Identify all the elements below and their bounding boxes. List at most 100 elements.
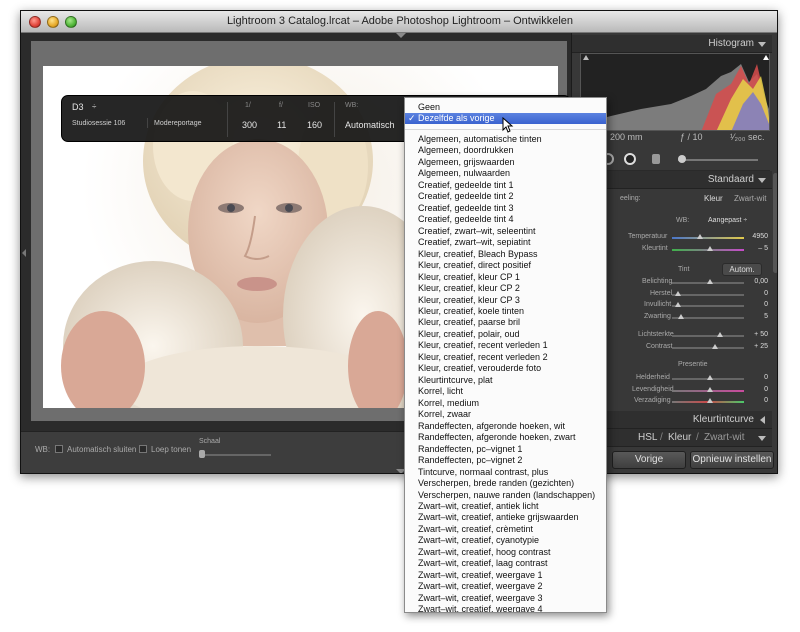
menu-item[interactable]: Kleurtintcurve, plat bbox=[405, 375, 606, 386]
blacks-slider-thumb[interactable] bbox=[678, 314, 684, 319]
right-panel-scrollbar[interactable] bbox=[773, 173, 777, 273]
left-panel-toggle-icon[interactable] bbox=[22, 249, 26, 257]
mouse-cursor-icon bbox=[502, 117, 514, 133]
menu-item-label: Kleur, creatief, kleur CP 1 bbox=[418, 271, 520, 282]
tint-value[interactable]: – 5 bbox=[748, 245, 768, 252]
menu-item[interactable]: Creatief, gedeelde tint 3 bbox=[405, 203, 606, 214]
treatment-color-option[interactable]: Kleur bbox=[704, 194, 723, 203]
menu-item[interactable]: Zwart–wit, creatief, hoog contrast bbox=[405, 547, 606, 558]
brightness-slider-thumb[interactable] bbox=[717, 332, 723, 337]
graduated-filter-icon[interactable] bbox=[624, 153, 636, 165]
scale-slider-thumb[interactable] bbox=[199, 450, 205, 458]
tool-slider-thumb[interactable] bbox=[678, 155, 686, 163]
top-panel-toggle-icon[interactable] bbox=[396, 33, 406, 38]
saturation-slider-thumb[interactable] bbox=[707, 398, 713, 403]
menu-item[interactable]: Korrel, medium bbox=[405, 398, 606, 409]
vibrance-value[interactable]: 0 bbox=[748, 386, 768, 393]
fill-light-slider-thumb[interactable] bbox=[675, 302, 681, 307]
bw-tab[interactable]: Zwart-wit bbox=[704, 432, 745, 443]
menu-item[interactable]: Kleur, creatief, recent verleden 2 bbox=[405, 352, 606, 363]
camera-model: D3 bbox=[72, 102, 84, 112]
menu-item[interactable]: Kleur, creatief, kleur CP 2 bbox=[405, 283, 606, 294]
menu-item[interactable]: Creatief, gedeelde tint 2 bbox=[405, 191, 606, 202]
menu-item[interactable]: Algemeen, grijswaarden bbox=[405, 157, 606, 168]
previous-button[interactable]: Vorige bbox=[612, 451, 686, 469]
menu-item[interactable]: Zwart–wit, creatief, cyanotypie bbox=[405, 535, 606, 546]
menu-item[interactable]: Zwart–wit, creatief, weergave 4 bbox=[405, 604, 606, 612]
menu-item[interactable]: Kleur, creatief, kleur CP 1 bbox=[405, 272, 606, 283]
color-tab[interactable]: Kleur bbox=[668, 432, 691, 443]
menu-item[interactable]: Verscherpen, nauwe randen (landschappen) bbox=[405, 490, 606, 501]
recovery-slider-thumb[interactable] bbox=[675, 291, 681, 296]
recovery-slider-track[interactable] bbox=[672, 294, 744, 296]
menu-item[interactable]: Kleur, creatief, direct positief bbox=[405, 260, 606, 271]
menu-item[interactable]: Kleur, creatief, verouderde foto bbox=[405, 363, 606, 374]
contrast-slider-track[interactable] bbox=[672, 347, 744, 349]
fill-light-slider-track[interactable] bbox=[672, 305, 744, 307]
blacks-value[interactable]: 5 bbox=[748, 313, 768, 320]
menu-item[interactable]: Kleur, creatief, kleur CP 3 bbox=[405, 295, 606, 306]
menu-item[interactable]: Zwart–wit, creatief, laag contrast bbox=[405, 558, 606, 569]
menu-item[interactable]: Algemeen, nulwaarden bbox=[405, 168, 606, 179]
menu-item[interactable]: Korrel, licht bbox=[405, 386, 606, 397]
tint-slider-thumb[interactable] bbox=[707, 246, 713, 251]
exposure-value[interactable]: 0,00 bbox=[748, 278, 768, 285]
brightness-slider-track[interactable] bbox=[672, 335, 744, 337]
menu-item[interactable]: Tintcurve, normaal contrast, plus bbox=[405, 467, 606, 478]
menu-item[interactable]: Verscherpen, brede randen (gezichten) bbox=[405, 478, 606, 489]
temperature-slider-thumb[interactable] bbox=[697, 234, 703, 239]
camera-chevron-icon[interactable]: ÷ bbox=[92, 102, 96, 111]
temperature-value[interactable]: 4950 bbox=[748, 233, 768, 240]
menu-item[interactable]: Kleur, creatief, koele tinten bbox=[405, 306, 606, 317]
menu-item[interactable]: Creatief, gedeelde tint 1 bbox=[405, 180, 606, 191]
menu-item[interactable]: Randeffecten, afgeronde hoeken, wit bbox=[405, 421, 606, 432]
shutter-value: 300 bbox=[242, 120, 258, 130]
menu-item[interactable]: Creatief, zwart–wit, sepiatint bbox=[405, 237, 606, 248]
reset-button[interactable]: Opnieuw instellen bbox=[690, 451, 774, 469]
brightness-value[interactable]: + 50 bbox=[748, 331, 768, 338]
menu-item[interactable]: Randeffecten, afgeronde hoeken, zwart bbox=[405, 432, 606, 443]
menu-item-label: Kleur, creatief, kleur CP 3 bbox=[418, 294, 520, 305]
exposure-slider-thumb[interactable] bbox=[707, 279, 713, 284]
menu-item[interactable]: Zwart–wit, creatief, antiek licht bbox=[405, 501, 606, 512]
menu-item[interactable]: Randeffecten, pc–vignet 2 bbox=[405, 455, 606, 466]
histogram-aperture: ƒ / 10 bbox=[680, 132, 703, 142]
treatment-bw-option[interactable]: Zwart-wit bbox=[734, 194, 766, 203]
title-bar[interactable]: Lightroom 3 Catalog.lrcat – Adobe Photos… bbox=[21, 11, 777, 33]
menu-item[interactable]: Kleur, creatief, polair, oud bbox=[405, 329, 606, 340]
menu-item[interactable]: Zwart–wit, creatief, weergave 2 bbox=[405, 581, 606, 592]
menu-item[interactable]: Geen bbox=[405, 102, 606, 113]
menu-item[interactable]: Algemeen, doordrukken bbox=[405, 145, 606, 156]
menu-item[interactable]: Creatief, gedeelde tint 4 bbox=[405, 214, 606, 225]
menu-item[interactable]: Zwart–wit, creatief, weergave 1 bbox=[405, 570, 606, 581]
menu-item-label: Creatief, gedeelde tint 2 bbox=[418, 191, 514, 202]
clarity-value[interactable]: 0 bbox=[748, 374, 768, 381]
brush-tool-icon[interactable] bbox=[652, 154, 660, 164]
menu-item[interactable]: Zwart–wit, creatief, antieke grijswaarde… bbox=[405, 512, 606, 523]
menu-item[interactable]: Kleur, creatief, Bleach Bypass bbox=[405, 249, 606, 260]
fill-light-value[interactable]: 0 bbox=[748, 301, 768, 308]
auto-tone-button[interactable]: Autom. bbox=[722, 263, 762, 276]
recovery-value[interactable]: 0 bbox=[748, 290, 768, 297]
clarity-slider-thumb[interactable] bbox=[707, 375, 713, 380]
basic-wb-dropdown[interactable]: Aangepast ÷ bbox=[708, 217, 747, 224]
auto-close-checkbox[interactable] bbox=[55, 445, 63, 453]
menu-item[interactable]: Kleur, creatief, paarse bril bbox=[405, 317, 606, 328]
menu-item[interactable]: Korrel, zwaar bbox=[405, 409, 606, 420]
menu-item[interactable]: Kleur, creatief, recent verleden 1 bbox=[405, 340, 606, 351]
menu-item[interactable]: Randeffecten, pc–vignet 1 bbox=[405, 444, 606, 455]
saturation-value[interactable]: 0 bbox=[748, 397, 768, 404]
contrast-slider-thumb[interactable] bbox=[712, 344, 718, 349]
show-loupe-checkbox[interactable] bbox=[139, 445, 147, 453]
hsl-tab[interactable]: HSL bbox=[638, 432, 657, 443]
menu-item[interactable]: Creatief, zwart–wit, seleentint bbox=[405, 226, 606, 237]
menu-item[interactable]: Zwart–wit, creatief, crèmetint bbox=[405, 524, 606, 535]
vibrance-slider-thumb[interactable] bbox=[707, 387, 713, 392]
menu-item[interactable]: Algemeen, automatische tinten bbox=[405, 134, 606, 145]
tool-slider-track[interactable] bbox=[678, 159, 758, 161]
scale-slider-track[interactable] bbox=[199, 454, 271, 456]
menu-item[interactable]: Zwart–wit, creatief, weergave 3 bbox=[405, 593, 606, 604]
histogram-header[interactable]: Histogram bbox=[572, 35, 772, 53]
contrast-value[interactable]: + 25 bbox=[748, 343, 768, 350]
temperature-slider-track[interactable] bbox=[672, 237, 744, 239]
